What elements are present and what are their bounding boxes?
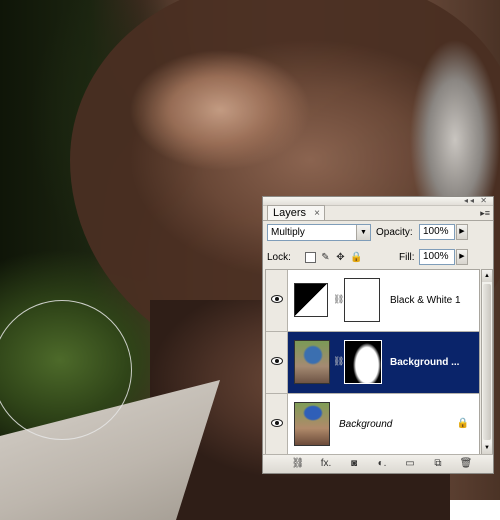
new-group-icon[interactable]: ▭ (403, 457, 417, 471)
eye-icon (271, 295, 283, 303)
visibility-toggle[interactable] (266, 270, 288, 331)
blend-opacity-row: Multiply ▼ Opacity: 100% ▶ (267, 224, 489, 242)
chevron-down-icon[interactable]: ▼ (356, 225, 370, 240)
layer-row-black-white[interactable]: ⛓ Black & White 1 (266, 270, 479, 332)
lock-all-icon[interactable]: 🔒 (350, 252, 362, 263)
adjustment-layer-icon[interactable]: ◐. (375, 457, 389, 471)
lock-fill-row: Lock: ✎ ✥ 🔒 Fill: 100% ▶ (267, 249, 489, 267)
opacity-label: Opacity: (376, 227, 413, 238)
scroll-down-icon[interactable]: ▼ (482, 442, 492, 454)
lock-label: Lock: (267, 252, 291, 263)
visibility-toggle[interactable] (266, 394, 288, 455)
layer-name[interactable]: Background ... (390, 357, 459, 368)
link-layers-icon[interactable]: ⛓ (291, 457, 305, 471)
panel-window-buttons[interactable]: ◂◂ ✕ (464, 196, 489, 205)
layer-mask-thumbnail[interactable] (344, 278, 380, 322)
layer-image-thumbnail[interactable] (294, 340, 330, 384)
new-layer-icon[interactable]: ⧉ (431, 457, 445, 471)
fill-input[interactable]: 100% (419, 249, 455, 265)
blend-mode-value: Multiply (271, 227, 305, 238)
tab-divider (263, 220, 493, 221)
trash-icon[interactable]: 🗑 (459, 457, 473, 471)
blend-mode-select[interactable]: Multiply ▼ (267, 224, 371, 241)
lock-pixels-icon[interactable]: ✎ (320, 252, 331, 263)
scroll-up-icon[interactable]: ▲ (482, 270, 492, 282)
lock-position-icon[interactable]: ✥ (335, 252, 346, 263)
layers-scrollbar[interactable]: ▲ ▼ (481, 269, 493, 455)
tab-close-icon[interactable]: × (314, 206, 320, 221)
lock-icon: 🔒 (456, 418, 469, 429)
panel-menu-icon[interactable]: ▸≡ (480, 208, 490, 219)
layers-panel: ◂◂ ✕ Layers × ▸≡ Multiply ▼ Opacity: 100… (262, 196, 494, 474)
layers-bottom-toolbar: ⛓ fx. ◙ ◐. ▭ ⧉ 🗑 (263, 454, 493, 473)
layers-list: ⛓ Black & White 1 ⛓ Background ... Backg… (265, 269, 480, 456)
opacity-input[interactable]: 100% (419, 224, 455, 240)
tab-layers-label: Layers (273, 207, 307, 219)
layer-row-background-copy[interactable]: ⛓ Background ... (266, 332, 479, 394)
eye-icon (271, 357, 283, 365)
fill-label: Fill: (399, 252, 415, 263)
lock-transparency-icon[interactable] (305, 252, 316, 263)
layer-image-thumbnail[interactable] (294, 402, 330, 446)
eye-icon (271, 419, 283, 427)
layer-mask-thumbnail[interactable] (344, 340, 382, 384)
visibility-toggle[interactable] (266, 332, 288, 393)
adjustment-thumbnail-icon[interactable] (294, 283, 328, 317)
chain-link-icon[interactable]: ⛓ (333, 294, 344, 306)
layer-name[interactable]: Black & White 1 (390, 295, 461, 306)
fx-icon[interactable]: fx. (319, 457, 333, 471)
opacity-slider-button[interactable]: ▶ (456, 224, 468, 240)
add-mask-icon[interactable]: ◙ (347, 457, 361, 471)
fill-slider-button[interactable]: ▶ (456, 249, 468, 265)
chain-link-icon[interactable]: ⛓ (333, 356, 344, 368)
layer-row-background[interactable]: Background 🔒 (266, 394, 479, 456)
layer-name[interactable]: Background (339, 419, 392, 430)
tab-layers[interactable]: Layers × (267, 205, 325, 221)
scroll-thumb[interactable] (483, 284, 491, 440)
